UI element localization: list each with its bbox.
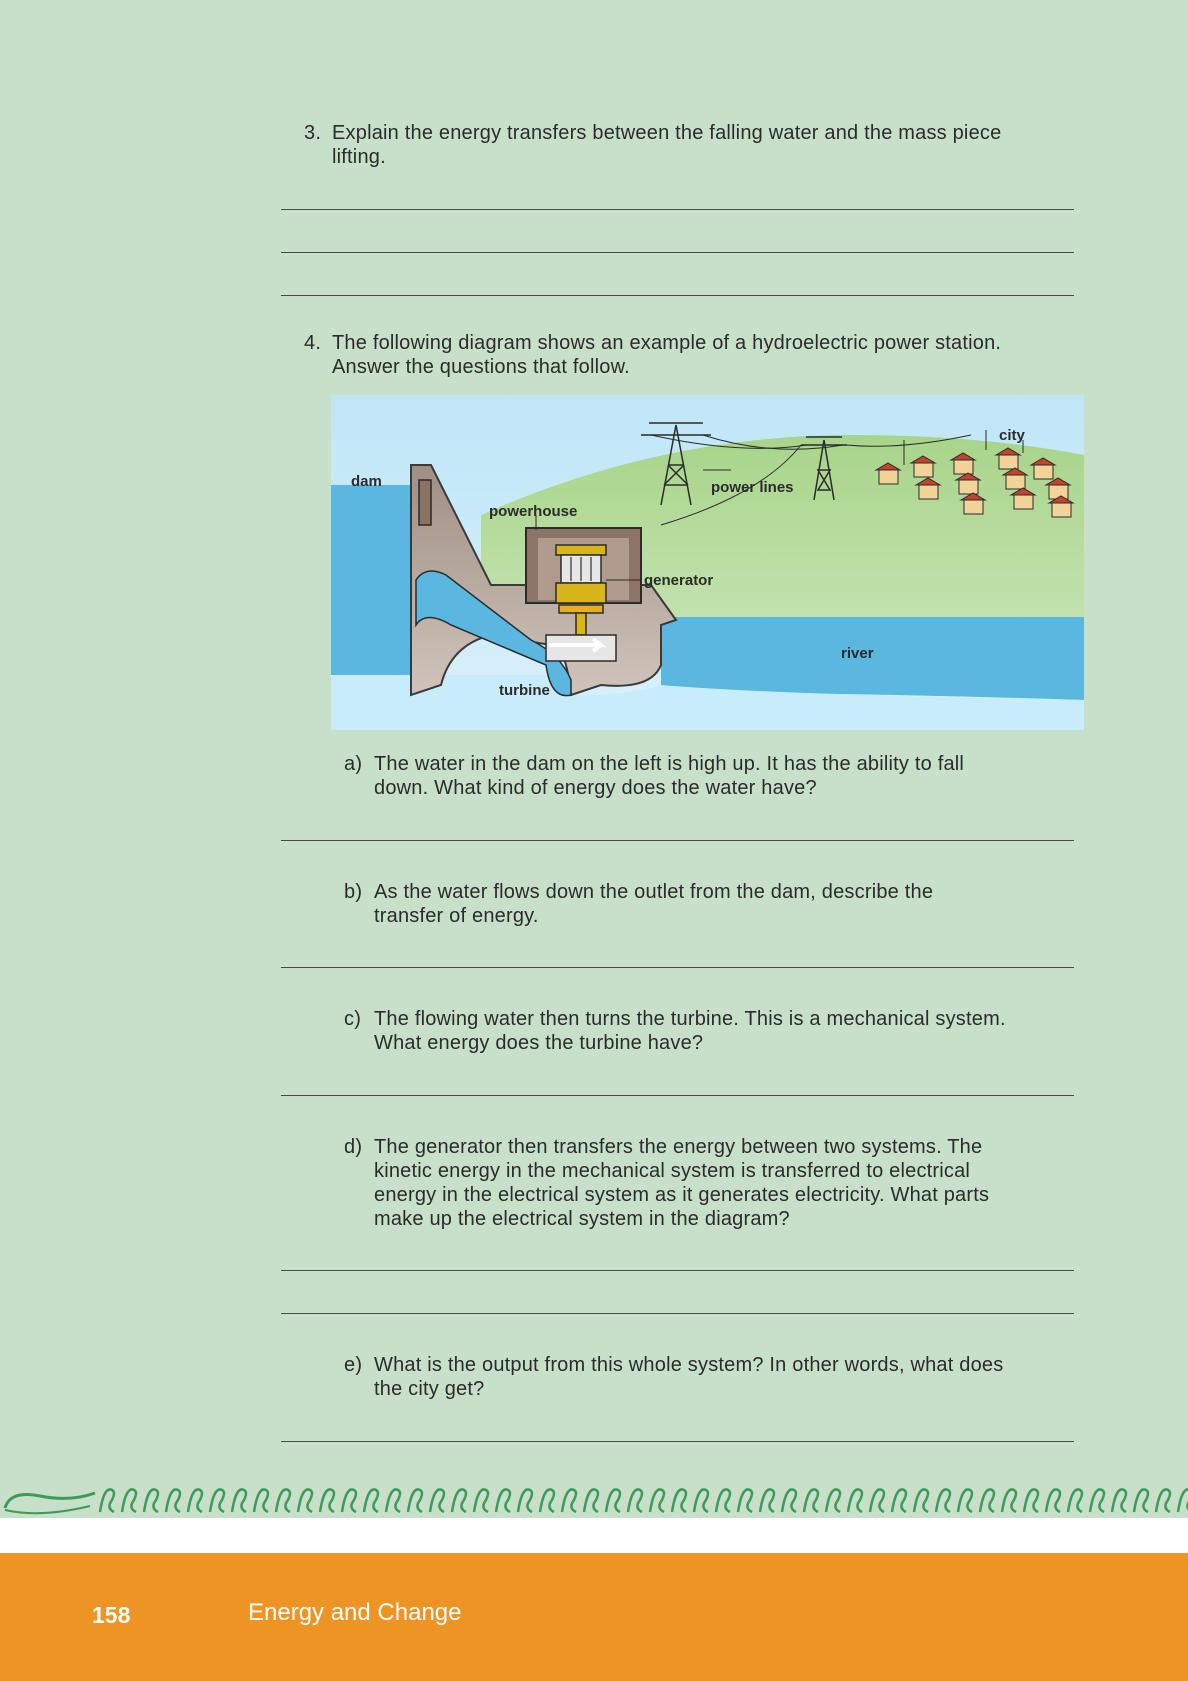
subquestion-e: e) What is the output from this whole sy… (344, 1353, 1084, 1403)
label-powerhouse: powerhouse (489, 503, 577, 520)
answer-line[interactable] (281, 1270, 1074, 1271)
subquestion-text: As the water flows down the outlet from … (374, 881, 934, 927)
question-3: 3. Explain the energy transfers between … (304, 121, 1084, 171)
subquestion-letter: e) (344, 1354, 363, 1376)
book-title: Energy and Change (248, 1599, 462, 1626)
answer-line[interactable] (281, 209, 1074, 210)
question-text: The following diagram shows an example o… (332, 332, 1002, 378)
subquestion-text: What is the output from this whole syste… (374, 1354, 1004, 1400)
decorative-border (0, 1478, 1188, 1553)
subquestion-letter: c) (344, 1008, 362, 1030)
answer-line[interactable] (281, 1313, 1074, 1314)
subquestion-letter: a) (344, 753, 363, 775)
question-4: 4. The following diagram shows an exampl… (304, 331, 1084, 381)
generator-top (555, 544, 607, 556)
subquestion-b: b) As the water flows down the outlet fr… (344, 880, 1084, 930)
answer-line[interactable] (281, 1441, 1074, 1442)
subquestion-d: d) The generator then transfers the ener… (344, 1135, 1084, 1235)
label-power-lines: power lines (711, 479, 794, 496)
subquestion-letter: b) (344, 881, 363, 903)
answer-line[interactable] (281, 252, 1074, 253)
hydroelectric-diagram: dam powerhouse power lines city generato… (331, 395, 1084, 730)
label-generator: generator (644, 572, 713, 589)
page-footer: 158 Energy and Change (0, 1553, 1188, 1681)
subquestion-text: The water in the dam on the left is high… (374, 753, 965, 799)
dam-gate (418, 479, 432, 526)
question-text: Explain the energy transfers between the… (332, 122, 1002, 168)
dam-water (331, 485, 411, 675)
answer-line[interactable] (281, 1095, 1074, 1096)
subquestion-c: c) The flowing water then turns the turb… (344, 1007, 1084, 1057)
page-number: 158 (92, 1602, 131, 1628)
label-city: city (999, 427, 1026, 444)
label-river: river (841, 645, 874, 662)
answer-line[interactable] (281, 295, 1074, 296)
subquestion-text: The generator then transfers the energy … (374, 1136, 990, 1230)
subquestion-text: The flowing water then turns the turbine… (374, 1008, 1006, 1054)
answer-line[interactable] (281, 840, 1074, 841)
label-turbine: turbine (499, 682, 550, 699)
subquestion-a: a) The water in the dam on the left is h… (344, 752, 1084, 802)
label-dam: dam (351, 473, 382, 490)
subquestion-letter: d) (344, 1136, 363, 1158)
question-number: 4. (304, 332, 322, 354)
answer-line[interactable] (281, 967, 1074, 968)
turbine (545, 634, 617, 662)
question-number: 3. (304, 122, 322, 144)
